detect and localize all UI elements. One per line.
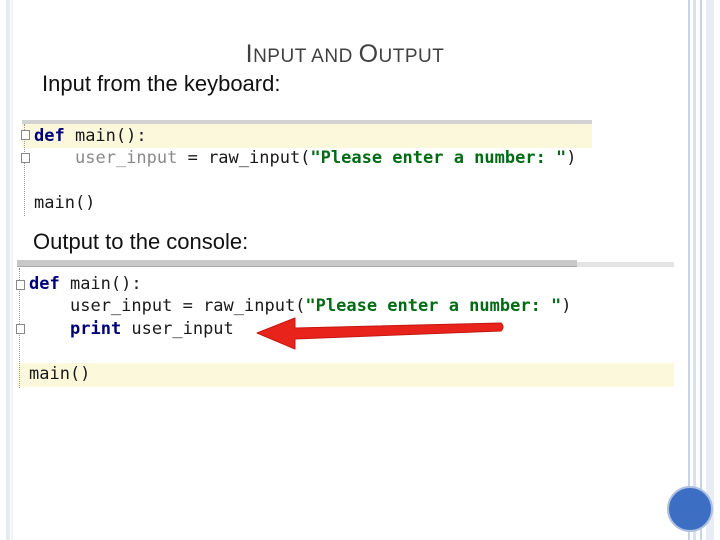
red-arrow-icon [256,317,504,350]
title-part-2: UTPUT [378,46,445,67]
right-frame-line [700,0,702,540]
keyword: def [34,126,65,146]
keyword: def [29,274,60,294]
code-text: = raw_input( [177,148,311,168]
fold-marker-icon[interactable] [16,280,25,290]
code-line: print user_input [70,318,234,340]
fold-marker-icon[interactable] [21,130,30,140]
code-text: ) [561,296,572,316]
left-frame-line [6,0,10,540]
code-line: def main(): [34,125,147,147]
title-cap-1: I [245,40,254,68]
output-subtitle: Output to the console: [33,229,249,254]
code-line: def main(): [29,273,142,295]
code-line: user_input = raw_input("Please enter a n… [75,147,577,169]
title-cap-2: O [358,40,379,68]
right-frame-line [706,0,714,540]
code-text: main(): [64,126,147,146]
code-panel-input: def main(): user_input = raw_input("Plea… [21,120,592,220]
variable: user_input [75,148,178,168]
line-highlight [17,363,674,387]
code-line: main() [29,364,91,384]
right-frame-line [688,0,690,540]
right-frame-line [693,0,696,540]
left-frame-line-inner [11,0,13,540]
code-text: user_input [121,319,234,339]
variable: user_input [70,296,173,316]
fold-marker-icon[interactable] [16,324,25,334]
fold-marker-icon[interactable] [21,153,30,163]
title-part-1: NPUT AND [253,46,359,67]
keyword: print [70,319,122,339]
code-text: ) [566,148,577,168]
slide-title: INPUT AND OUTPUT [0,40,690,69]
decorative-circle [667,486,713,532]
editor-tab-bar-end [577,262,674,267]
string-literal: "Please enter a number: " [310,148,567,168]
code-line: main() [34,193,96,213]
input-subtitle: Input from the keyboard: [42,71,281,96]
editor-tab-bar [17,260,577,267]
code-text: main(): [59,274,142,294]
